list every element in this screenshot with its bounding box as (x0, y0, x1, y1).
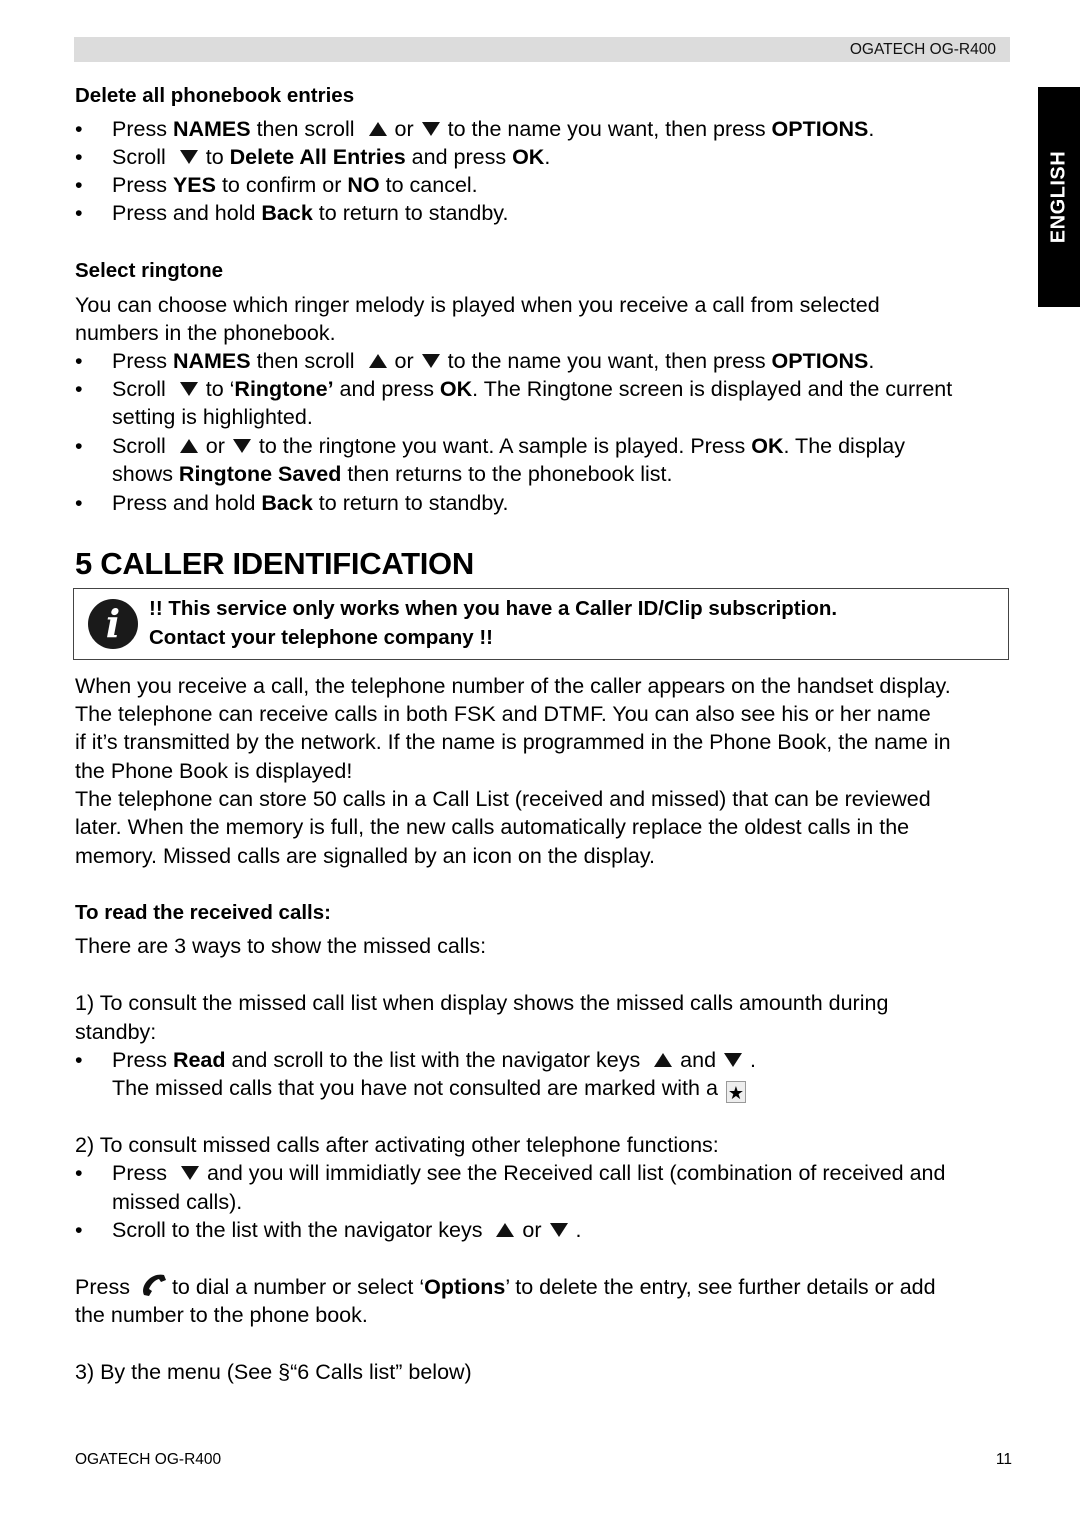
bullet: • (75, 173, 83, 197)
paragraph-line: When you receive a call, the telephone n… (75, 674, 951, 698)
arrow-up-icon (496, 1223, 515, 1238)
way1-line: standby: (75, 1020, 157, 1044)
bullet: • (75, 1048, 83, 1072)
paragraph-line: if it’s transmitted by the network. If t… (75, 730, 951, 754)
missed-call-star-icon: ★ (725, 1081, 746, 1104)
bullet-text: Press YES to confirm or NO to cancel. (112, 173, 478, 197)
press-line: Press to dial a number or select ‘Option… (75, 1274, 936, 1299)
bullet-text: Press and you will immidiatly see the Re… (112, 1161, 946, 1185)
bullet: • (75, 377, 83, 401)
phone-handset-icon (142, 1274, 166, 1297)
ringtone-section-title: Select ringtone (75, 259, 224, 282)
bullet-continuation: The missed calls that you have not consu… (112, 1076, 746, 1104)
bullet-text: Press Read and scroll to the list with t… (112, 1048, 757, 1072)
arrow-down-icon (179, 150, 198, 165)
header-bar: OGATECH OG-R400 (74, 37, 1010, 62)
paragraph-line: The telephone can store 50 calls in a Ca… (75, 787, 931, 811)
delete-section-title: Delete all phonebook entries (75, 84, 355, 107)
language-tab-label: ENGLISH (1047, 150, 1070, 244)
arrow-down-icon (421, 122, 440, 137)
bullet: • (75, 349, 83, 373)
ringtone-intro-line: numbers in the phonebook. (75, 321, 336, 345)
bullet: • (75, 145, 83, 169)
bullet-text: Press and hold Back to return to standby… (112, 491, 509, 515)
arrow-up-icon (368, 122, 387, 137)
way2-line: 2) To consult missed calls after activat… (75, 1133, 719, 1157)
note-box: i !! This service only works when you ha… (73, 588, 1009, 660)
bullet: • (75, 491, 83, 515)
bullet: • (75, 117, 83, 141)
arrow-down-icon (724, 1053, 743, 1068)
bullet-text: Scroll to the list with the navigator ke… (112, 1218, 582, 1242)
arrow-up-icon (368, 354, 387, 369)
ways-intro: There are 3 ways to show the missed call… (75, 934, 487, 958)
info-icon: i (88, 599, 138, 649)
arrow-up-icon (179, 439, 198, 454)
bullet-text: Press and hold Back to return to standby… (112, 201, 509, 225)
arrow-up-icon (654, 1053, 673, 1068)
way3-line: 3) By the menu (See §“6 Calls list” belo… (75, 1360, 472, 1384)
bullet-text: Scroll or to the ringtone you want. A sam… (112, 434, 906, 458)
bullet-text: Press NAMES then scroll or to the name yo… (112, 349, 875, 373)
paragraph-line: memory. Missed calls are signalled by an… (75, 844, 655, 868)
bullet: • (75, 434, 83, 458)
paragraph-line: later. When the memory is full, the new … (75, 815, 910, 839)
bullet: • (75, 1161, 83, 1185)
footer-model: OGATECH OG-R400 (75, 1451, 222, 1468)
bullet-text: Scroll to Delete All Entries and press O… (112, 145, 551, 169)
bullet-continuation: setting is highlighted. (112, 405, 313, 429)
bullet-text: Press NAMES then scroll or to the name yo… (112, 117, 875, 141)
note-line: Contact your telephone company !! (149, 626, 493, 649)
arrow-down-icon (180, 1166, 199, 1181)
page-number: 11 (995, 1451, 1012, 1468)
arrow-down-icon (232, 439, 251, 454)
note-line: !! This service only works when you have… (149, 597, 838, 620)
way1-line: 1) To consult the missed call list when … (75, 991, 889, 1015)
bullet-continuation: shows Ringtone Saved then returns to the… (112, 462, 673, 486)
arrow-down-icon (549, 1223, 568, 1238)
press-line: the number to the phone book. (75, 1303, 368, 1327)
read-calls-title: To read the received calls: (75, 901, 331, 924)
paragraph-line: The telephone can receive calls in both … (75, 702, 931, 726)
arrow-down-icon (421, 354, 440, 369)
ringtone-intro-line: You can choose which ringer melody is pl… (75, 293, 880, 317)
header-model: OGATECH OG-R400 (849, 41, 996, 58)
paragraph-line: the Phone Book is displayed! (75, 759, 353, 783)
language-tab: ENGLISH (1038, 87, 1080, 307)
bullet: • (75, 201, 83, 225)
bullet: • (75, 1218, 83, 1242)
bullet-continuation: missed calls). (112, 1190, 243, 1214)
section-title: 5 CALLER IDENTIFICATION (75, 546, 474, 581)
arrow-down-icon (179, 382, 198, 397)
bullet-text: Scroll to ‘Ringtone’ and press OK. The R… (112, 377, 953, 401)
